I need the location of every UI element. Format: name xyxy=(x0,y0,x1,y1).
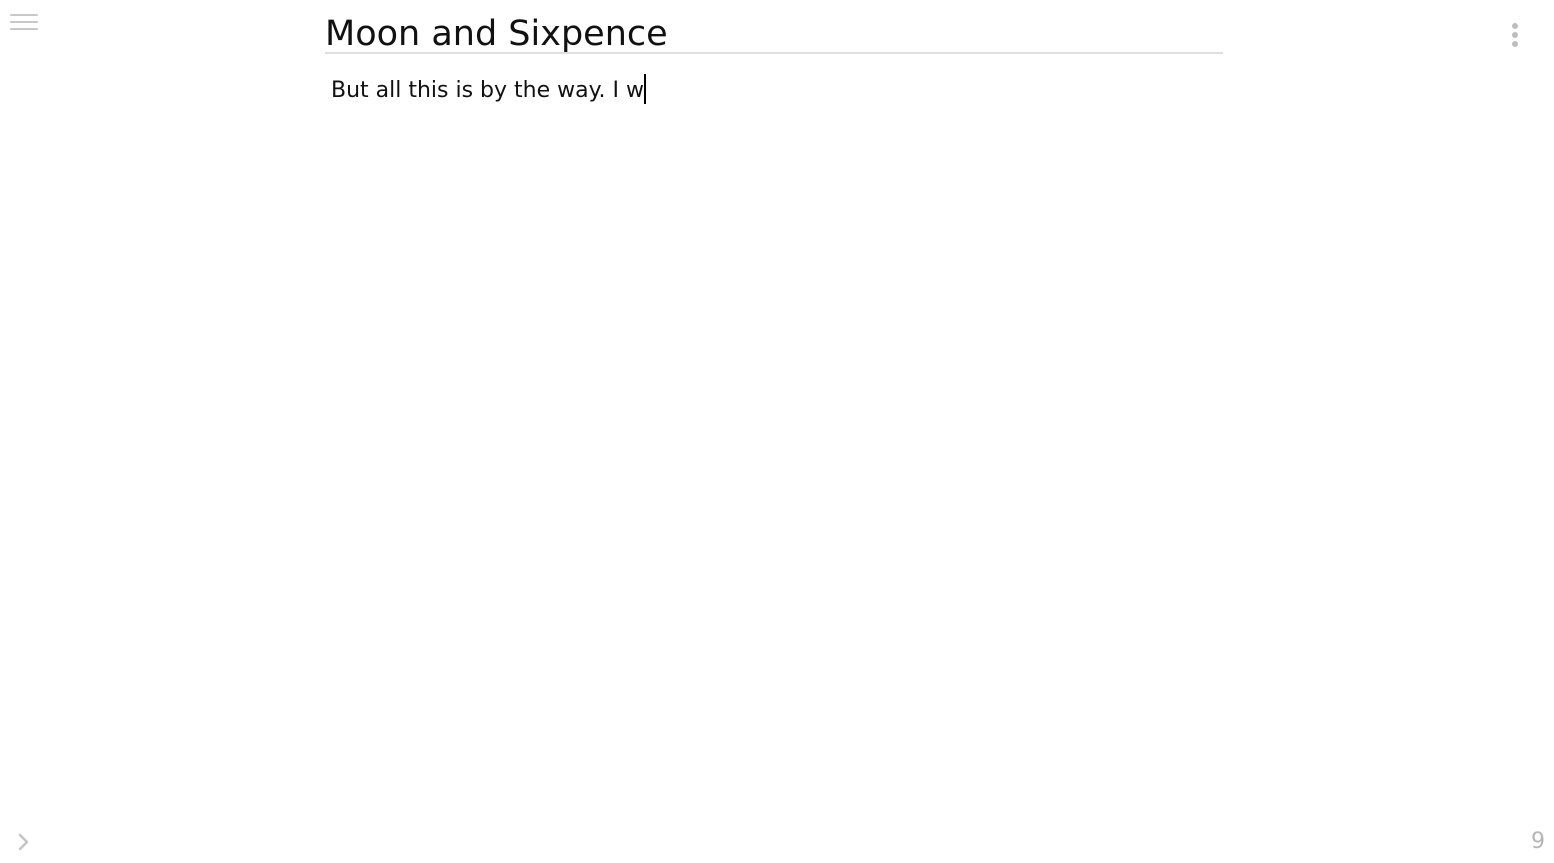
chevron-right-icon xyxy=(18,833,29,851)
more-vertical-icon-dot xyxy=(1512,32,1518,38)
more-vertical-icon-dot xyxy=(1512,41,1518,47)
menu-button[interactable] xyxy=(8,12,40,36)
more-vertical-icon xyxy=(1512,23,1518,29)
expand-panel-button[interactable] xyxy=(14,830,34,854)
document-editor: Moon and Sixpence But all this is by the… xyxy=(325,0,1223,107)
hamburger-menu-icon-bar xyxy=(10,21,38,23)
text-cursor xyxy=(643,74,646,104)
editor-app: Moon and Sixpence But all this is by the… xyxy=(0,0,1554,863)
hamburger-menu-icon xyxy=(10,14,38,16)
hamburger-menu-icon-bar xyxy=(10,28,38,30)
word-count: 9 xyxy=(1531,829,1545,854)
more-options-button[interactable] xyxy=(1505,20,1525,52)
document-body-text: But all this is by the way. I w xyxy=(331,78,644,103)
document-body[interactable]: But all this is by the way. I w xyxy=(325,74,1223,107)
document-title[interactable]: Moon and Sixpence xyxy=(325,0,1223,54)
